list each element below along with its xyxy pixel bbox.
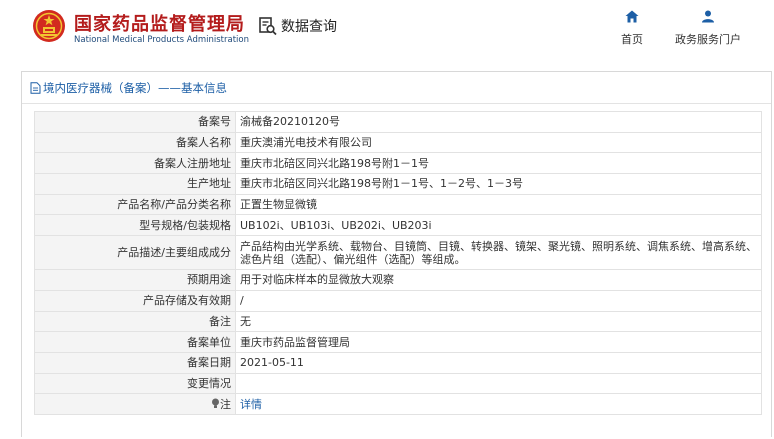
row-value: / [235, 289, 762, 312]
row-value: 无 [235, 310, 762, 333]
brand-name-en: National Medical Products Administration [74, 35, 249, 45]
row-value-cell: 详情 [235, 393, 762, 415]
nav-home-label: 首页 [621, 33, 643, 46]
document-search-icon [259, 17, 277, 36]
row-label: 注 [220, 397, 231, 411]
table-row: 备案日期 2021-05-11 [34, 351, 762, 374]
user-icon [702, 10, 714, 23]
row-value: 用于对临床样本的显微放大观察 [235, 269, 762, 291]
document-icon [30, 81, 41, 94]
table-row: 备案号 渝械备20210120号 [34, 111, 762, 133]
table-row: 注 详情 [34, 393, 762, 415]
note-label-cell: 注 [34, 393, 236, 415]
nav-service-portal[interactable]: 政务服务门户 [675, 10, 741, 47]
basic-info-table: 备案号 渝械备20210120号 备案人名称 重庆澳浦光电技术有限公司 备案人注… [34, 111, 762, 415]
table-row: 备注 无 [34, 310, 762, 333]
row-label: 备案号 [34, 111, 236, 133]
row-value: 渝械备20210120号 [235, 111, 762, 133]
table-row: 备案人注册地址 重庆市北碚区同兴北路198号附1－1号 [34, 152, 762, 175]
table-row: 产品名称/产品分类名称 正置生物显微镜 [34, 193, 762, 216]
row-value: 重庆澳浦光电技术有限公司 [235, 131, 762, 154]
row-value: 2021-05-11 [235, 351, 762, 374]
lightbulb-icon [212, 398, 219, 408]
row-label: 产品存储及有效期 [34, 289, 236, 312]
table-row: 产品描述/主要组成成分 产品结构由光学系统、载物台、目镜筒、目镜、转换器、镜架、… [34, 235, 762, 271]
row-label: 变更情况 [34, 372, 236, 395]
home-icon [625, 10, 639, 23]
nav-home[interactable]: 首页 [621, 10, 643, 47]
row-value: 产品结构由光学系统、载物台、目镜筒、目镜、转换器、镜架、聚光镜、照明系统、调焦系… [235, 235, 762, 271]
details-link[interactable]: 详情 [240, 398, 262, 411]
row-label: 产品描述/主要组成成分 [34, 235, 236, 271]
table-row: 预期用途 用于对临床样本的显微放大观察 [34, 269, 762, 291]
row-value: 正置生物显微镜 [235, 193, 762, 216]
row-label: 预期用途 [34, 269, 236, 291]
row-value: UB102i、UB103i、UB202i、UB203i [235, 214, 762, 237]
row-value: 重庆市药品监督管理局 [235, 331, 762, 353]
row-label: 备注 [34, 310, 236, 333]
nav-service-label: 政务服务门户 [675, 33, 741, 46]
site-header: 国家药品监督管理局 National Medical Products Admi… [0, 0, 774, 62]
data-query-link[interactable]: 数据查询 [258, 16, 337, 36]
row-label: 型号规格/包装规格 [34, 214, 236, 237]
national-emblem-icon [33, 10, 65, 42]
table-row: 备案人名称 重庆澳浦光电技术有限公司 [34, 131, 762, 154]
table-row: 变更情况 [34, 372, 762, 395]
row-value [235, 372, 762, 395]
table-row: 型号规格/包装规格 UB102i、UB103i、UB202i、UB203i [34, 214, 762, 237]
info-panel: 境内医疗器械（备案）——基本信息 备案号 渝械备20210120号 备案人名称 … [21, 71, 772, 437]
row-label: 生产地址 [34, 173, 236, 195]
panel-title: 境内医疗器械（备案）——基本信息 [22, 72, 771, 104]
row-label: 产品名称/产品分类名称 [34, 193, 236, 216]
row-label: 备案单位 [34, 331, 236, 353]
panel-title-text: 境内医疗器械（备案）——基本信息 [43, 80, 227, 95]
table-row: 产品存储及有效期 / [34, 289, 762, 312]
data-query-label: 数据查询 [281, 19, 337, 35]
table-row: 生产地址 重庆市北碚区同兴北路198号附1－1号、1－2号、1－3号 [34, 173, 762, 195]
row-value: 重庆市北碚区同兴北路198号附1－1号 [235, 152, 762, 175]
brand-name-cn: 国家药品监督管理局 [74, 14, 245, 35]
row-label: 备案人名称 [34, 131, 236, 154]
row-value: 重庆市北碚区同兴北路198号附1－1号、1－2号、1－3号 [235, 173, 762, 195]
table-row: 备案单位 重庆市药品监督管理局 [34, 331, 762, 353]
row-label: 备案日期 [34, 351, 236, 374]
row-label: 备案人注册地址 [34, 152, 236, 175]
